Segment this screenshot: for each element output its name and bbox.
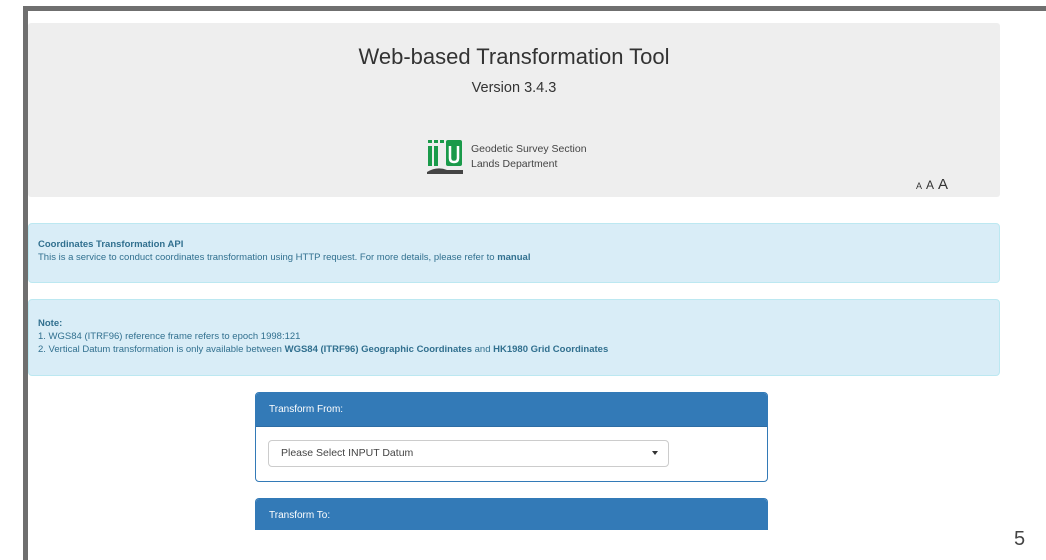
caret-down-icon [652,451,658,455]
note-line-1: 1. WGS84 (ITRF96) reference frame refers… [38,331,301,342]
font-size-medium-button[interactable]: A [926,178,934,192]
organization-text: Geodetic Survey Section Lands Department [471,142,587,172]
org-name-line2: Lands Department [471,158,558,170]
note-line-2: 2. Vertical Datum transformation is only… [38,343,999,356]
version-label: Version 3.4.3 [471,80,557,96]
note-title: Note: [38,318,63,329]
font-size-small-button[interactable]: A [916,181,922,191]
api-info-panel: Coordinates Transformation API This is a… [28,223,1000,283]
note-hk1980-term: HK1980 Grid Coordinates [493,344,609,355]
transform-from-panel: Transform From: Please Select INPUT Datu… [255,392,768,482]
transform-from-heading: Transform From: [256,393,767,427]
slide-frame-top [23,6,1046,11]
note-wgs84-term: WGS84 (ITRF96) Geographic Coordinates [284,344,472,355]
note-panel: Note: 1. WGS84 (ITRF96) reference frame … [28,299,1000,376]
note-line-2-mid: and [474,344,491,355]
transform-to-panel: Transform To: [255,498,768,530]
font-size-controls: A A A [916,176,948,193]
page-header: Web-based Transformation Tool Version 3.… [28,23,1000,197]
slide-page-number: 5 [1014,528,1026,550]
input-datum-select-value: Please Select INPUT Datum [281,447,414,459]
manual-link[interactable]: manual [497,252,530,263]
api-panel-text: This is a service to conduct coordinates… [38,251,999,264]
organization-block: Geodetic Survey Section Lands Department [425,138,587,176]
api-panel-title: Coordinates Transformation API [38,239,184,250]
lands-department-logo-icon [427,140,463,174]
org-name-line1: Geodetic Survey Section [471,143,587,155]
api-description: This is a service to conduct coordinates… [38,252,495,263]
page-title: Web-based Transformation Tool [358,44,670,69]
font-size-large-button[interactable]: A [938,176,948,193]
note-line-2-prefix: 2. Vertical Datum transformation is only… [38,344,282,355]
transform-to-heading: Transform To: [256,499,767,530]
input-datum-select[interactable]: Please Select INPUT Datum [268,440,669,467]
